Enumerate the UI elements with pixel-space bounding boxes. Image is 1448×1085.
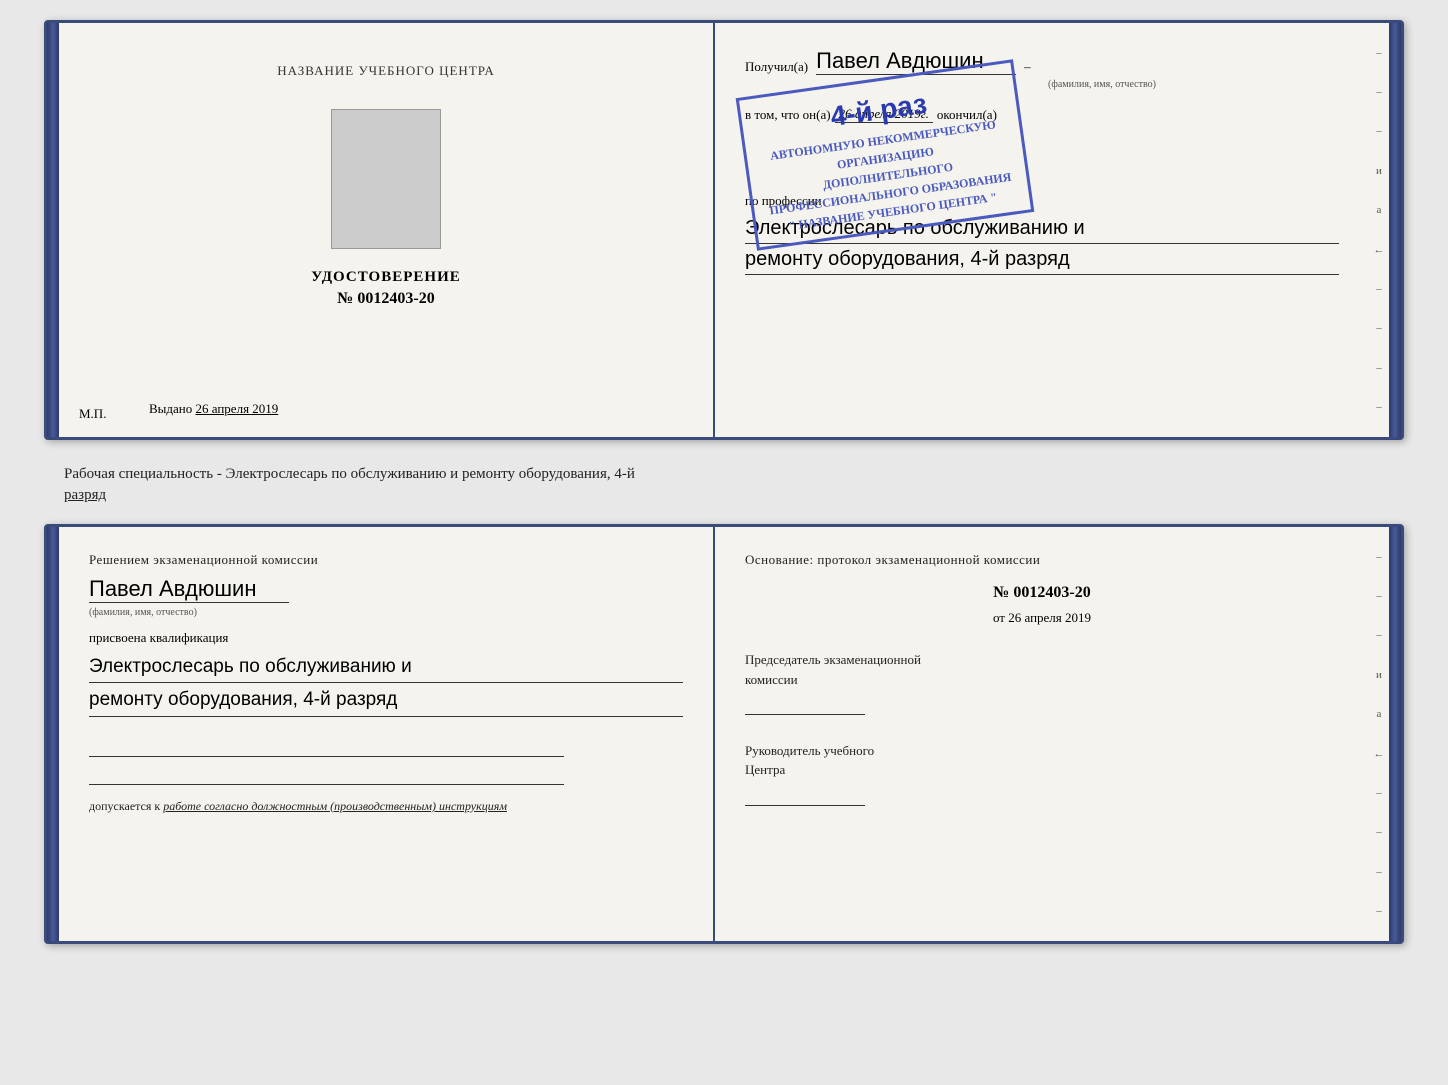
- sig-line-2: [89, 765, 564, 785]
- chairman-block: Председатель экзаменационной комиссии: [745, 650, 1339, 721]
- vtom-date: 26 апреля 2019г.: [835, 106, 933, 123]
- vydano-line: Выдано 26 апреля 2019: [149, 401, 683, 417]
- profession-line1: Электрослесарь по обслуживанию и: [745, 213, 1339, 244]
- uchebnyi-center-title: НАЗВАНИЕ УЧЕБНОГО ЦЕНТРА: [277, 63, 494, 79]
- ot-line: от 26 апреля 2019: [745, 610, 1339, 626]
- bottom-right-page: Основание: протокол экзаменационной коми…: [715, 527, 1369, 941]
- edge-dashes-top: – – – и а ← – – – –: [1369, 23, 1389, 437]
- top-left-page: НАЗВАНИЕ УЧЕБНОГО ЦЕНТРА УДОСТОВЕРЕНИЕ №…: [59, 23, 715, 437]
- bottom-fio-sub: (фамилия, имя, отчество): [89, 607, 683, 618]
- protocol-number: № 0012403-20: [745, 584, 1339, 602]
- spine-right: [1389, 23, 1401, 437]
- dopusk-text: работе согласно должностным (производств…: [163, 799, 507, 813]
- spine-bottom-right: [1389, 527, 1401, 941]
- prisvoena-label: присвоена квалификация: [89, 630, 683, 646]
- signature-lines: [89, 737, 683, 785]
- bottom-booklet: Решением экзаменационной комиссии Павел …: [44, 524, 1404, 944]
- po-professii-label: по профессии: [745, 193, 1339, 209]
- stamp-line2: АВТОНОМНУЮ НЕКОММЕРЧЕСКУЮ ОРГАНИЗАЦИЮ: [758, 114, 1011, 184]
- middle-text-block: Рабочая специальность - Электрослесарь п…: [44, 456, 1404, 514]
- photo-placeholder: [331, 109, 441, 249]
- top-right-page: 4-й раз АВТОНОМНУЮ НЕКОММЕРЧЕСКУЮ ОРГАНИ…: [715, 23, 1369, 437]
- middle-line1: Рабочая специальность - Электрослесарь п…: [64, 466, 635, 482]
- udostoverenie-label: УДОСТОВЕРЕНИЕ: [311, 269, 461, 286]
- fio-sub-label-top: (фамилия, имя, отчество): [865, 79, 1339, 90]
- poluchil-line: Получил(а) Павел Авдюшин –: [745, 48, 1339, 75]
- resheniem-title: Решением экзаменационной комиссии: [89, 552, 683, 568]
- chairman-sig-line: [745, 695, 865, 715]
- kvalif-line1: Электрослесарь по обслуживанию и: [89, 652, 683, 683]
- spine-bottom-left: [47, 527, 59, 941]
- spine-left: [47, 23, 59, 437]
- vtom-line: в том, что он(а) 26 апреля 2019г. окончи…: [745, 106, 1339, 123]
- kvalif-line2: ремонту оборудования, 4-й разряд: [89, 685, 683, 716]
- dopuskaetsya-block: допускается к работе согласно должностны…: [89, 799, 683, 814]
- osnovanie-title: Основание: протокол экзаменационной коми…: [745, 552, 1339, 568]
- middle-line2: разряд: [64, 487, 106, 503]
- profession-line2: ремонту оборудования, 4-й разряд: [745, 244, 1339, 275]
- mp-label: М.П.: [79, 406, 106, 422]
- udostoverenie-number: № 0012403-20: [337, 290, 434, 308]
- bottom-left-page: Решением экзаменационной комиссии Павел …: [59, 527, 715, 941]
- rukovoditel-block: Руководитель учебного Центра: [745, 741, 1339, 812]
- edge-dashes-bottom: – – – и а ← – – – –: [1369, 527, 1389, 941]
- sig-line-1: [89, 737, 564, 757]
- recipient-name: Павел Авдюшин: [816, 48, 1016, 75]
- bottom-person-name: Павел Авдюшин: [89, 576, 289, 603]
- rukovoditel-sig-line: [745, 786, 865, 806]
- top-booklet: НАЗВАНИЕ УЧЕБНОГО ЦЕНТРА УДОСТОВЕРЕНИЕ №…: [44, 20, 1404, 440]
